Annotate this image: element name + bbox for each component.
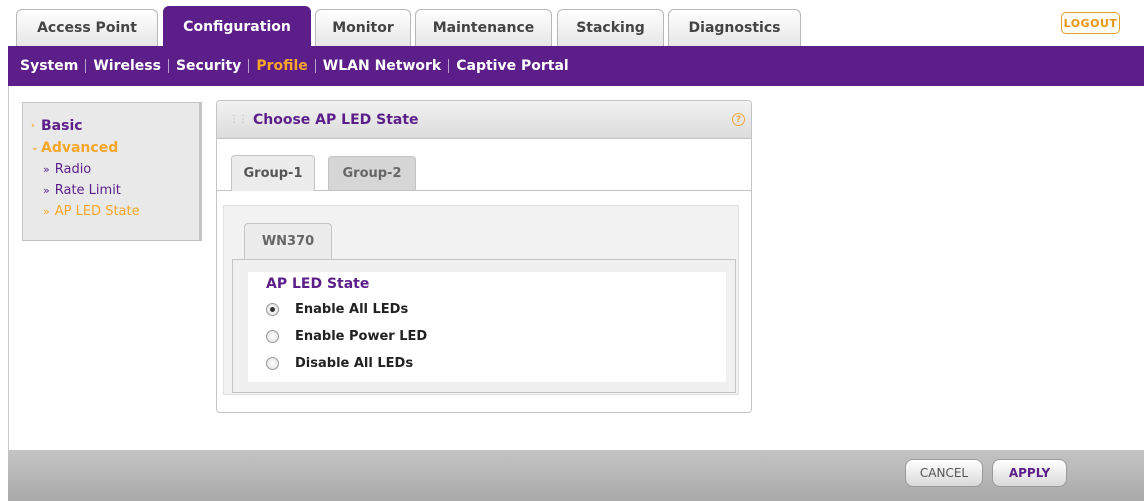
menu-advanced-label: Advanced [41,140,119,156]
logout-button[interactable]: LOGOUT [1061,12,1120,34]
left-menu: › Basic ⌄ Advanced » Radio » Rate Limit … [22,102,202,241]
section-title: AP LED State [266,276,370,292]
cancel-button[interactable]: CANCEL [905,459,983,487]
subnav-security[interactable]: Security [176,58,241,74]
subnav-divider [85,59,87,73]
group-content: WN370 AP LED State Enable All LEDs Enabl… [223,205,739,395]
tab-stacking[interactable]: Stacking [557,9,664,46]
led-options: AP LED State Enable All LEDs Enable Powe… [248,272,726,382]
menu-rate-limit[interactable]: » Rate Limit [31,180,199,201]
tab-configuration[interactable]: Configuration [163,6,311,46]
tab-wn370[interactable]: WN370 [244,223,332,259]
tab-group-2[interactable]: Group-2 [328,156,416,190]
tab-monitor[interactable]: Monitor [315,9,411,46]
subnav-divider [248,59,250,73]
led-state-panel: ⋮⋮ Choose AP LED State ? Group-1 Group-2… [216,100,752,413]
radio-button[interactable] [266,357,279,370]
option-label: Enable Power LED [295,329,428,344]
subnav-captive-portal[interactable]: Captive Portal [456,58,568,74]
top-tab-bar: Access Point Configuration Monitor Maint… [0,0,1144,46]
subnav-profile[interactable]: Profile [256,58,307,74]
menu-basic[interactable]: › Basic [31,115,199,137]
chevron-right-icon: › [31,121,35,131]
tab-access-point[interactable]: Access Point [16,9,158,46]
model-content: AP LED State Enable All LEDs Enable Powe… [232,259,736,393]
subnav-divider [314,59,316,73]
group-tab-strip: Group-1 Group-2 [217,139,751,191]
subnav-divider [167,59,169,73]
option-enable-power-led[interactable]: Enable Power LED [266,323,726,350]
tab-diagnostics[interactable]: Diagnostics [668,9,801,46]
option-disable-all-leds[interactable]: Disable All LEDs [266,350,726,377]
panel-title: Choose AP LED State [253,111,419,128]
radio-button[interactable] [266,330,279,343]
menu-ap-led-state-label: AP LED State [54,204,140,219]
option-enable-all-leds[interactable]: Enable All LEDs [266,296,726,323]
menu-basic-label: Basic [41,118,83,134]
menu-advanced[interactable]: ⌄ Advanced [31,137,199,159]
subnav-divider [448,59,450,73]
apply-button[interactable]: APPLY [992,459,1067,487]
menu-rate-limit-label: Rate Limit [54,183,121,198]
double-chevron-icon: » [43,205,50,218]
option-label: Disable All LEDs [295,356,414,371]
double-chevron-icon: » [43,163,50,176]
radio-button-checked[interactable] [266,303,279,316]
subnav-system[interactable]: System [20,58,78,74]
drag-handle-icon: ⋮⋮ [229,114,248,125]
tab-maintenance[interactable]: Maintenance [415,9,552,46]
help-icon[interactable]: ? [732,113,745,126]
chevron-down-icon: ⌄ [31,143,39,153]
panel-header: ⋮⋮ Choose AP LED State ? [217,101,751,139]
tab-group-1[interactable]: Group-1 [231,155,315,191]
subnav-wireless[interactable]: Wireless [93,58,161,74]
menu-ap-led-state[interactable]: » AP LED State [31,201,199,222]
sub-navigation: System Wireless Security Profile WLAN Ne… [8,46,1144,86]
option-label: Enable All LEDs [295,302,409,317]
menu-radio[interactable]: » Radio [31,159,199,180]
menu-radio-label: Radio [54,162,92,177]
double-chevron-icon: » [43,184,50,197]
subnav-wlan-network[interactable]: WLAN Network [323,58,441,74]
